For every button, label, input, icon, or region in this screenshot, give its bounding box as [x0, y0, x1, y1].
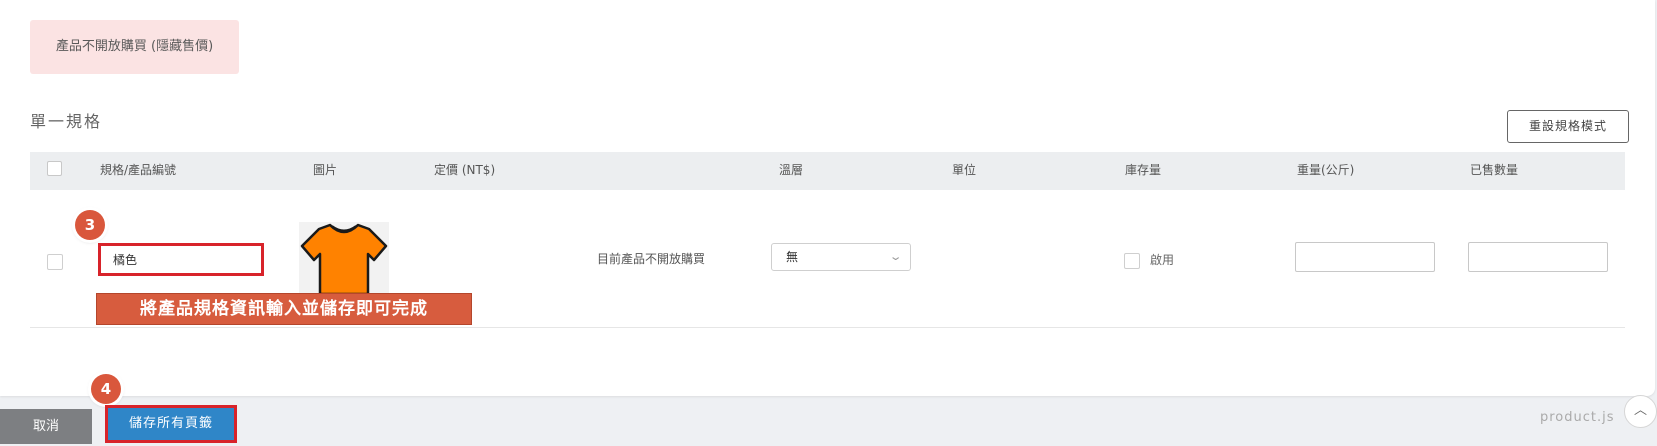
weight-input[interactable]	[1295, 242, 1435, 272]
select-all-checkbox[interactable]	[47, 161, 62, 176]
cancel-button[interactable]: 取消	[0, 409, 92, 444]
header-weight: 重量(公斤)	[1297, 163, 1355, 177]
chevron-down-icon: ⌄	[888, 250, 903, 263]
header-price: 定價 (NT$)	[434, 163, 496, 177]
chevron-up-icon: ︿	[1633, 403, 1647, 418]
purchase-status-text: 目前產品不開放購買	[597, 252, 706, 266]
hidden-price-notice: 產品不開放購買 (隱藏售價)	[30, 20, 239, 74]
instruction-callout: 將產品規格資訊輸入並儲存即可完成	[96, 293, 472, 325]
product-panel: 產品不開放購買 (隱藏售價) 單一規格 重設規格模式 規格/產品編號 圖片 定價…	[0, 0, 1655, 396]
sold-quantity-input[interactable]	[1468, 242, 1608, 272]
spec-input[interactable]	[98, 243, 264, 276]
header-image: 圖片	[313, 163, 338, 177]
enable-stock-label: 啟用	[1150, 253, 1175, 267]
file-label: product.js	[1540, 410, 1615, 425]
header-unit: 單位	[952, 163, 977, 177]
scroll-to-top-button[interactable]: ︿	[1624, 395, 1657, 428]
row-checkbox[interactable]	[47, 254, 63, 270]
save-all-tabs-button[interactable]: 儲存所有頁籤	[105, 405, 237, 443]
header-temperature: 溫層	[779, 163, 804, 177]
step-3-badge: 3	[75, 210, 105, 240]
reset-spec-mode-button[interactable]: 重設規格模式	[1507, 110, 1629, 143]
section-title: 單一規格	[30, 112, 103, 131]
enable-stock-checkbox[interactable]	[1124, 253, 1140, 269]
table-header: 規格/產品編號 圖片 定價 (NT$) 溫層 單位 庫存量 重量(公斤) 已售數…	[30, 152, 1625, 190]
temperature-value: 無	[786, 250, 799, 264]
header-spec: 規格/產品編號	[100, 163, 177, 177]
temperature-select[interactable]: 無 ⌄	[771, 243, 911, 271]
header-stock: 庫存量	[1125, 163, 1162, 177]
row-divider	[30, 327, 1625, 328]
orange-tshirt-icon[interactable]	[299, 222, 389, 296]
step-4-badge: 4	[91, 374, 121, 404]
header-sold: 已售數量	[1470, 163, 1519, 177]
